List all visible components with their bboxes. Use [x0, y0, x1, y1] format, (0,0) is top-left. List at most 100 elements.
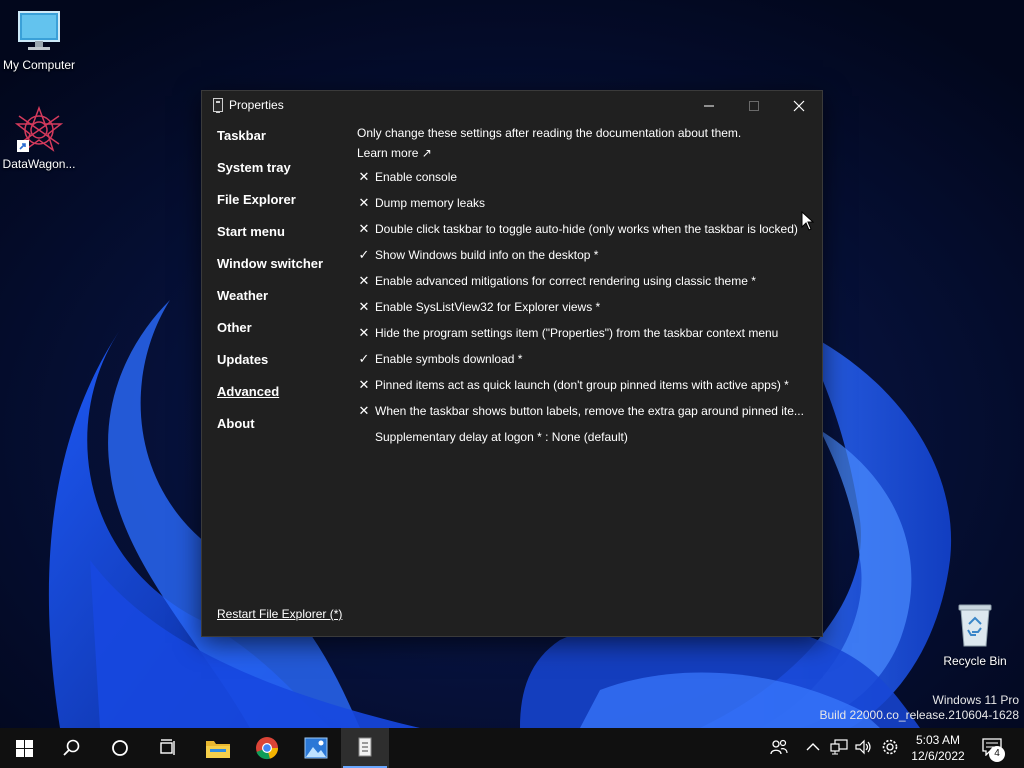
- monitor-icon: [0, 10, 79, 55]
- setting-label: Pinned items act as quick launch (don't …: [375, 378, 789, 392]
- sidebar-item-advanced[interactable]: Advanced: [217, 383, 347, 415]
- setting-label: Hide the program settings item ("Propert…: [375, 326, 779, 340]
- desktop-icon-my-computer[interactable]: My Computer: [0, 10, 79, 72]
- unchecked-icon: ✕: [358, 377, 370, 392]
- setting-pinned-quick-launch[interactable]: ✕ Pinned items act as quick launch (don't…: [357, 377, 807, 403]
- windows-build-watermark: Windows 11 Pro Build 22000.co_release.21…: [820, 693, 1020, 723]
- taskbar: 5:03 AM 12/6/2022 4: [0, 728, 1024, 768]
- system-clock[interactable]: 5:03 AM 12/6/2022: [905, 732, 971, 764]
- restart-file-explorer-link[interactable]: Restart File Explorer (*): [217, 607, 342, 621]
- file-explorer-button[interactable]: [194, 728, 242, 768]
- sidebar-item-weather[interactable]: Weather: [217, 287, 347, 319]
- sidebar-item-about[interactable]: About: [217, 415, 347, 447]
- file-explorer-icon: [206, 741, 230, 758]
- setting-symbols-download[interactable]: ✓ Enable symbols download *: [357, 351, 807, 377]
- setting-remove-extra-gap[interactable]: ✕ When the taskbar shows button labels, r…: [357, 403, 807, 429]
- setting-advanced-mitigations[interactable]: ✕ Enable advanced mitigations for correct…: [357, 273, 807, 299]
- warning-text: Only change these settings after reading…: [357, 126, 742, 140]
- notification-count-badge: 4: [989, 746, 1005, 762]
- setting-label: Dump memory leaks: [375, 196, 486, 210]
- unchecked-icon: ✕: [358, 169, 370, 184]
- sidebar-item-label: File Explorer: [217, 192, 296, 207]
- checked-icon: ✓: [358, 247, 370, 262]
- sidebar-nav: Taskbar System tray File Explorer Start …: [217, 127, 347, 447]
- sidebar-item-label: Taskbar: [217, 128, 266, 143]
- setting-enable-console[interactable]: ✕ Enable console: [357, 169, 807, 195]
- sidebar-item-label: Advanced: [217, 384, 280, 399]
- setting-show-build-info[interactable]: ✓ Show Windows build info on the desktop …: [357, 247, 807, 273]
- start-icon: [16, 740, 33, 757]
- task-view-button[interactable]: [144, 728, 192, 768]
- setting-double-click-auto-hide[interactable]: ✕ Double click taskbar to toggle auto-hid…: [357, 221, 807, 247]
- sidebar-item-file-explorer[interactable]: File Explorer: [217, 191, 347, 223]
- unchecked-icon: ✕: [358, 403, 370, 418]
- setting-syslistview32[interactable]: ✕ Enable SysListView32 for Explorer views…: [357, 299, 807, 325]
- setting-logon-delay[interactable]: Supplementary delay at logon * : None (d…: [357, 429, 807, 455]
- search-button[interactable]: [48, 728, 96, 768]
- photos-button[interactable]: [292, 728, 340, 768]
- setting-label: Enable advanced mitigations for correct …: [375, 274, 756, 288]
- unchecked-icon: ✕: [358, 195, 370, 210]
- desktop-icon-label: My Computer: [2, 58, 76, 72]
- desktop-icon-recycle-bin[interactable]: Recycle Bin: [935, 602, 1015, 668]
- sidebar-item-label: About: [217, 416, 255, 431]
- minimize-icon: [704, 105, 714, 107]
- setting-label: Show Windows build info on the desktop *: [375, 248, 599, 262]
- setting-label: Enable symbols download *: [375, 352, 523, 366]
- setting-label: Enable console: [375, 170, 458, 184]
- setting-dump-memory-leaks[interactable]: ✕ Dump memory leaks: [357, 195, 807, 221]
- sidebar-item-system-tray[interactable]: System tray: [217, 159, 347, 191]
- properties-app-icon: [358, 737, 372, 757]
- cortana-icon: [112, 740, 128, 756]
- setting-label: Enable SysListView32 for Explorer views …: [375, 300, 601, 314]
- clock-time: 5:03 AM: [915, 733, 961, 747]
- desktop-icon-datawagon[interactable]: DataWagon...: [0, 105, 79, 171]
- watermark-build: Build 22000.co_release.210604-1628: [819, 708, 1020, 722]
- clock-date: 12/6/2022: [911, 749, 965, 763]
- checked-icon: ✓: [358, 351, 370, 366]
- sidebar-item-start-menu[interactable]: Start menu: [217, 223, 347, 255]
- photos-icon: [304, 737, 328, 759]
- gear-icon[interactable]: [881, 738, 899, 756]
- maximize-icon: [749, 101, 759, 111]
- chevron-up-icon[interactable]: [806, 742, 820, 752]
- desktop-icon-label: DataWagon...: [2, 157, 76, 171]
- sidebar-item-other[interactable]: Other: [217, 319, 347, 351]
- chrome-button[interactable]: [243, 728, 291, 768]
- watermark-edition: Windows 11 Pro: [932, 693, 1019, 707]
- volume-icon[interactable]: [854, 738, 872, 756]
- sidebar-item-taskbar[interactable]: Taskbar: [217, 127, 347, 159]
- settings-panel: Only change these settings after reading…: [357, 125, 807, 455]
- cortana-button[interactable]: [96, 728, 144, 768]
- sidebar-item-label: Start menu: [217, 224, 285, 239]
- close-button[interactable]: [776, 91, 822, 121]
- setting-label: Supplementary delay at logon * : None (d…: [375, 430, 628, 444]
- sidebar-item-label: Weather: [217, 288, 269, 303]
- mouse-cursor-icon: [801, 210, 815, 236]
- title-bar[interactable]: Properties: [202, 91, 822, 121]
- unchecked-icon: ✕: [358, 221, 370, 236]
- unchecked-icon: ✕: [358, 325, 370, 340]
- search-icon: [63, 739, 80, 756]
- sidebar-item-label: Window switcher: [217, 256, 324, 271]
- sidebar-item-label: Other: [217, 320, 252, 335]
- network-icon[interactable]: [830, 738, 848, 756]
- close-icon: [793, 100, 805, 112]
- sidebar-item-label: System tray: [217, 160, 291, 175]
- setting-hide-properties-item[interactable]: ✕ Hide the program settings item ("Proper…: [357, 325, 807, 351]
- properties-window: Properties Taskbar System tray File Expl…: [201, 90, 823, 637]
- start-button[interactable]: [0, 728, 48, 768]
- recycle-bin-icon: [935, 602, 1015, 651]
- sidebar-item-updates[interactable]: Updates: [217, 351, 347, 383]
- unchecked-icon: ✕: [358, 273, 370, 288]
- sidebar-item-label: Updates: [217, 352, 269, 367]
- unchecked-icon: ✕: [358, 299, 370, 314]
- properties-taskbar-button[interactable]: [341, 728, 389, 768]
- sidebar-item-window-switcher[interactable]: Window switcher: [217, 255, 347, 287]
- datawagon-icon: [14, 105, 64, 154]
- people-icon[interactable]: [770, 738, 788, 756]
- maximize-button[interactable]: [731, 91, 777, 121]
- minimize-button[interactable]: [686, 91, 732, 121]
- learn-more-link[interactable]: Learn more ↗: [357, 145, 432, 169]
- desktop-icon-label: Recycle Bin: [943, 654, 1007, 668]
